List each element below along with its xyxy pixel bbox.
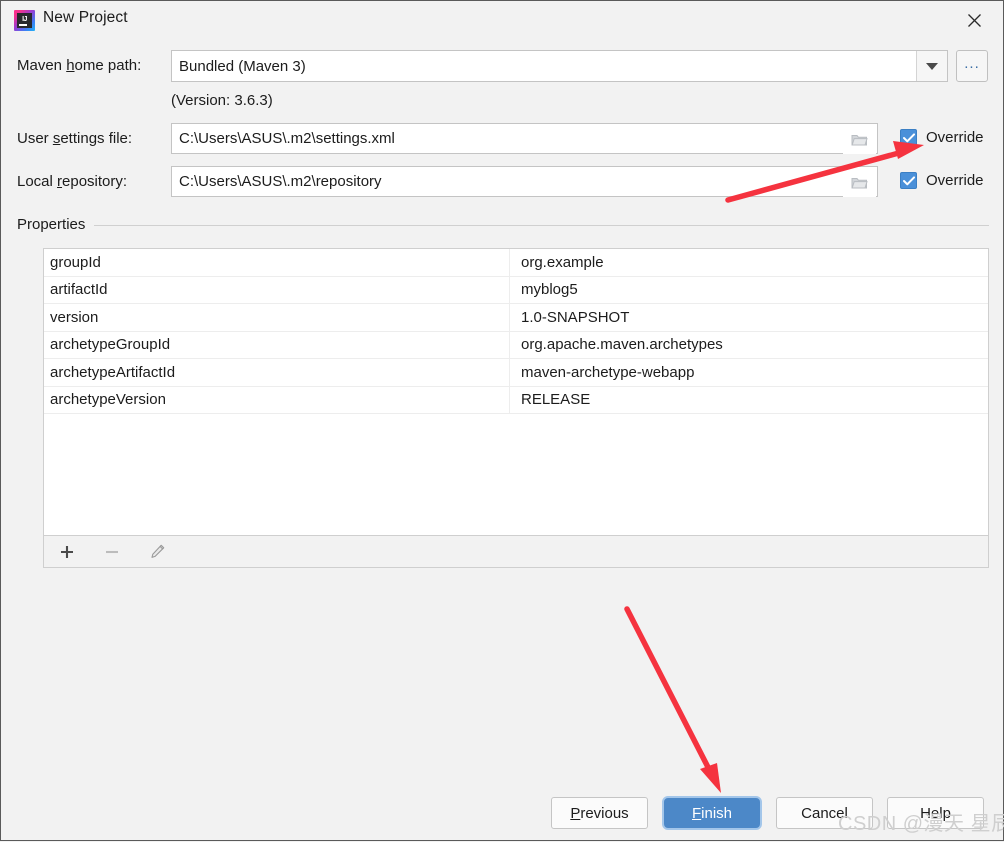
table-row[interactable]: groupId org.example (44, 249, 988, 277)
local-repository-override-label: Override (926, 172, 984, 189)
maven-home-path-value: Bundled (Maven 3) (179, 58, 916, 75)
property-key: version (44, 304, 510, 331)
property-value: org.example (510, 249, 988, 276)
new-project-dialog: IJ New Project Maven home path: Bundled … (0, 0, 1004, 841)
property-key: archetypeArtifactId (44, 359, 510, 386)
property-value: org.apache.maven.archetypes (510, 332, 988, 359)
local-repository-input[interactable]: C:\Users\ASUS\.m2\repository (171, 166, 878, 197)
properties-section-label: Properties (17, 216, 94, 233)
property-key: archetypeVersion (44, 387, 510, 414)
table-row[interactable]: artifactId myblog5 (44, 277, 988, 305)
property-key: artifactId (44, 277, 510, 304)
table-row[interactable]: archetypeGroupId org.apache.maven.archet… (44, 332, 988, 360)
maven-home-path-label: Maven home path: (17, 57, 141, 74)
table-row[interactable]: archetypeArtifactId maven-archetype-weba… (44, 359, 988, 387)
property-value: RELEASE (510, 387, 988, 414)
property-value: 1.0-SNAPSHOT (510, 304, 988, 331)
close-icon (967, 13, 982, 28)
property-key: groupId (44, 249, 510, 276)
table-row[interactable]: version 1.0-SNAPSHOT (44, 304, 988, 332)
maven-version-note: (Version: 3.6.3) (171, 92, 273, 109)
page-title: New Project (43, 9, 128, 27)
add-property-button[interactable] (54, 539, 80, 565)
plus-icon (59, 544, 75, 560)
previous-button[interactable]: Previous (551, 797, 648, 829)
maven-home-path-combobox[interactable]: Bundled (Maven 3) (171, 50, 948, 82)
user-settings-override-checkbox[interactable]: Override (900, 129, 984, 146)
user-settings-file-value: C:\Users\ASUS\.m2\settings.xml (179, 130, 395, 147)
chevron-down-icon[interactable] (916, 51, 947, 81)
local-repository-label: Local repository: (17, 173, 127, 190)
checkbox-checked-icon (900, 172, 917, 189)
user-settings-override-label: Override (926, 129, 984, 146)
remove-property-button[interactable] (99, 539, 125, 565)
intellij-idea-icon: IJ (14, 10, 35, 31)
csdn-watermark: CSDN @漫天 星辰 (838, 807, 1004, 836)
user-settings-browse-button[interactable] (843, 125, 876, 154)
title-bar: IJ New Project (1, 1, 1003, 40)
table-row[interactable]: archetypeVersion RELEASE (44, 387, 988, 415)
arrow-to-finish-button (627, 609, 721, 793)
property-value: myblog5 (510, 277, 988, 304)
properties-separator (17, 225, 989, 226)
local-repository-override-checkbox[interactable]: Override (900, 172, 984, 189)
properties-toolbar (43, 536, 989, 568)
local-repository-value: C:\Users\ASUS\.m2\repository (179, 173, 382, 190)
finish-button[interactable]: Finish (662, 796, 762, 830)
local-repository-browse-button[interactable] (843, 168, 876, 197)
folder-icon (851, 133, 868, 147)
edit-property-button[interactable] (144, 539, 170, 565)
property-value: maven-archetype-webapp (510, 359, 988, 386)
checkbox-checked-icon (900, 129, 917, 146)
pencil-icon (149, 543, 166, 560)
maven-home-browse-button[interactable]: ... (956, 50, 988, 82)
user-settings-file-input[interactable]: C:\Users\ASUS\.m2\settings.xml (171, 123, 878, 154)
close-button[interactable] (946, 1, 1002, 40)
properties-table[interactable]: groupId org.example artifactId myblog5 v… (43, 248, 989, 536)
property-key: archetypeGroupId (44, 332, 510, 359)
user-settings-file-label: User settings file: (17, 130, 132, 147)
folder-icon (851, 176, 868, 190)
minus-icon (104, 544, 120, 560)
